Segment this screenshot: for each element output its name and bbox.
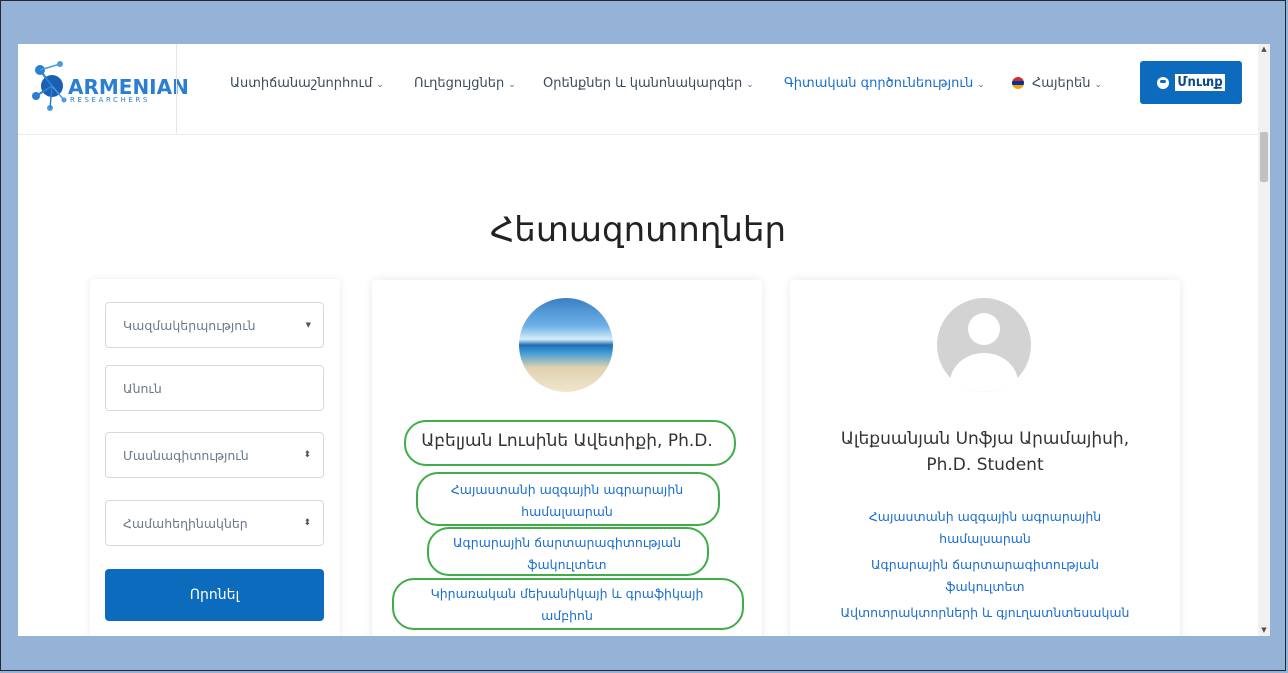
chevron-down-icon: ⌄ (1094, 80, 1103, 90)
organization-select[interactable]: Կազմակերպություն ▼ (105, 302, 324, 348)
default-avatar-icon[interactable] (937, 298, 1031, 392)
updown-arrow-icon: ⬍ (303, 450, 311, 460)
coauthors-select[interactable]: Համահեղինակներ ⬍ (105, 500, 324, 546)
language-selector[interactable]: Հայերեն ⌄ (1012, 76, 1102, 91)
browser-viewport: ARMENIAN RESEARCHERS Աստիճանաշնորհում ⌄ Ո… (18, 44, 1270, 636)
dropdown-arrow-icon: ▼ (305, 321, 311, 329)
researcher-photo[interactable] (519, 298, 613, 392)
specialty-select-label: Մասնագիտություն (123, 447, 249, 463)
updown-arrow-icon: ⬍ (303, 518, 311, 528)
scroll-down-arrow-icon[interactable]: ▼ (1260, 626, 1268, 634)
researcher-name[interactable]: Ալեքսանյան Սոֆյա Արամայիսի, Ph.D. Studen… (790, 426, 1180, 478)
nav-item-label: Օրենքներ և կանոնակարգեր (543, 76, 743, 91)
page-title: Հետազոտողներ (489, 210, 787, 250)
chair-link[interactable]: Կիրառական մեխանիկայի և գրաֆիկայի ամբիոն (372, 583, 762, 627)
name-input[interactable]: Անուն (105, 365, 324, 411)
faculty-link[interactable]: Ագրարային ճարտարագիտության ֆակուլտետ (790, 554, 1180, 598)
affiliation-line: Ավտոտրակտորների և գյուղատնտեսական (840, 605, 1130, 620)
nav-item-label: Ուղեցույցներ (414, 76, 505, 91)
nav-item-label: Աստիճանաշնորհում (230, 76, 373, 91)
avatar-body (950, 353, 1018, 392)
affiliation-line: Հայաստանի ազգային ագրարային (450, 482, 684, 497)
site-logo[interactable]: ARMENIAN RESEARCHERS (30, 58, 189, 120)
university-link[interactable]: Հայաստանի ազգային ագրարային համալսարան (372, 479, 762, 523)
armenian-flag-icon (1012, 77, 1024, 89)
organization-select-label: Կազմակերպություն (123, 317, 256, 333)
user-circle-icon (1157, 76, 1170, 89)
name-input-placeholder: Անուն (123, 380, 162, 396)
chevron-down-icon: ⌄ (746, 80, 754, 90)
nav-item-label: Գիտական գործունեություն (784, 76, 974, 91)
faculty-link[interactable]: Ագրարային ճարտարագիտության ֆակուլտետ (372, 532, 762, 576)
affiliation-line: ֆակուլտետ (945, 579, 1025, 594)
specialty-select[interactable]: Մասնագիտություն ⬍ (105, 432, 324, 478)
affiliation-line: ամբիոն (541, 608, 593, 623)
affiliation-line: Հայաստանի ազգային ագրարային (868, 509, 1102, 524)
affiliation-line: Ագրարային ճարտարագիտության (452, 535, 681, 550)
coauthors-select-label: Համահեղինակներ (123, 515, 248, 531)
page-scrollbar[interactable]: ▲ ▼ (1258, 44, 1270, 636)
affiliation-line: համալսարան (939, 531, 1031, 546)
researcher-name[interactable]: Աբելյան Լուսինե Ավետիքի, Ph.D. (372, 428, 762, 454)
top-navbar: ARMENIAN RESEARCHERS Աստիճանաշնորհում ⌄ Ո… (18, 44, 1258, 135)
login-button[interactable]: Մուտք (1140, 61, 1242, 104)
researcher-title-line: Ph.D. Student (926, 455, 1044, 475)
scroll-up-arrow-icon[interactable]: ▲ (1260, 45, 1268, 53)
chair-link[interactable]: Ավտոտրակտորների և գյուղատնտեսական (790, 602, 1180, 624)
login-label: Մուտք (1175, 74, 1225, 91)
affiliation-line: Կիրառական մեխանիկայի և գրաֆիկայի (430, 586, 704, 601)
affiliation-line: Ագրարային ճարտարագիտության (870, 557, 1099, 572)
scrollbar-thumb[interactable] (1260, 132, 1268, 182)
logo-subtitle: RESEARCHERS (70, 96, 150, 104)
chevron-down-icon: ⌄ (376, 80, 384, 90)
nav-item-guides[interactable]: Ուղեցույցներ ⌄ (414, 76, 516, 91)
researcher-card: Ալեքսանյան Սոֆյա Արամայիսի, Ph.D. Studen… (790, 280, 1180, 636)
search-button[interactable]: Որոնել (105, 569, 324, 621)
navbar-divider (176, 44, 177, 134)
researcher-card: Աբելյան Լուսինե Ավետիքի, Ph.D. Հայաստանի… (372, 280, 762, 636)
nav-item-degrees[interactable]: Աստիճանաշնորհում ⌄ (230, 76, 384, 91)
affiliation-line: ֆակուլտետ (527, 557, 607, 572)
chevron-down-icon: ⌄ (977, 80, 985, 90)
chevron-down-icon: ⌄ (508, 80, 516, 90)
affiliation-line: համալսարան (521, 504, 613, 519)
researcher-name-line: Ալեքսանյան Սոֆյա Արամայիսի, (840, 429, 1130, 449)
search-filter-panel: Կազմակերպություն ▼ Անուն Մասնագիտություն… (90, 279, 340, 636)
nav-item-laws[interactable]: Օրենքներ և կանոնակարգեր ⌄ (543, 76, 754, 91)
nav-item-scientific-activity[interactable]: Գիտական գործունեություն ⌄ (784, 76, 985, 91)
avatar-head (968, 313, 1000, 345)
university-link[interactable]: Հայաստանի ազգային ագրարային համալսարան (790, 506, 1180, 550)
language-label: Հայերեն (1032, 76, 1091, 91)
